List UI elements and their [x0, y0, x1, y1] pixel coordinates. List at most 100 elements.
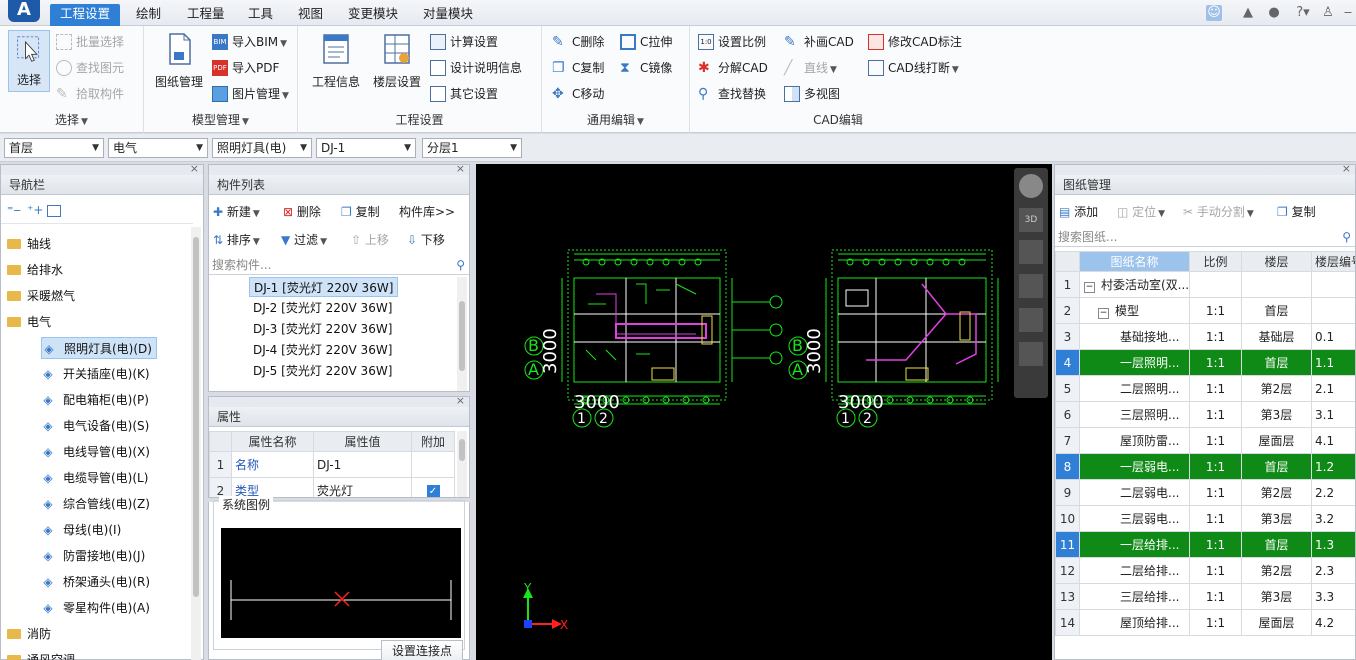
- user-avatar-icon[interactable]: ☺: [1206, 5, 1222, 21]
- drawing-management-button[interactable]: 图纸管理: [152, 32, 206, 90]
- checkbox-checked-icon[interactable]: ✓: [426, 485, 440, 497]
- c-move-button[interactable]: ✥ C移动: [552, 84, 604, 104]
- chat-icon[interactable]: ●: [1266, 5, 1282, 21]
- table-row[interactable]: 2 类型 荧光灯 ✓: [209, 477, 455, 497]
- table-row[interactable]: 13 三层给排... 1:1 第3层 3.3: [1055, 583, 1355, 610]
- component-list-item[interactable]: DJ-2 [荧光灯 220V 36W]: [249, 298, 396, 318]
- cad-canvas[interactable]: B A B A 3000 3000 3000 3000 1 2 1 2 Y X: [476, 164, 1052, 660]
- nav-folder[interactable]: 轴线: [7, 233, 51, 255]
- tab-view[interactable]: 视图: [288, 4, 333, 26]
- table-row[interactable]: 11 一层给排... 1:1 首层 1.3: [1055, 531, 1355, 558]
- component-type-select[interactable]: 照明灯具(电) ▼: [212, 138, 312, 158]
- batch-select-button[interactable]: 批量选择: [56, 32, 124, 52]
- layers-icon[interactable]: [1019, 342, 1043, 366]
- nav-item[interactable]: ◈ 开关插座(电)(K): [41, 363, 154, 385]
- nav-item[interactable]: ◈ 防雷接地(电)(J): [41, 545, 149, 567]
- find-element-button[interactable]: 查找图元: [56, 58, 124, 78]
- nav-folder[interactable]: 消防: [7, 623, 51, 645]
- pan-icon[interactable]: [1019, 308, 1043, 332]
- move-down-button[interactable]: ⇩ 下移: [407, 229, 445, 251]
- table-row[interactable]: 10 三层弱电... 1:1 第3层 3.2: [1055, 505, 1355, 532]
- drawing-search-input[interactable]: 搜索图纸... ⚲: [1055, 227, 1355, 247]
- select-button[interactable]: 选择: [8, 30, 50, 92]
- filter-button[interactable]: ▼ 过滤 ▼: [281, 229, 327, 251]
- minimize-icon[interactable]: ‒: [1340, 5, 1356, 21]
- shirt-icon[interactable]: ♙: [1320, 5, 1336, 21]
- zoom-icon[interactable]: [1019, 274, 1043, 298]
- tab-draw[interactable]: 绘制: [126, 4, 171, 26]
- nav-item[interactable]: ◈ 电线导管(电)(X): [41, 441, 154, 463]
- component-list-item[interactable]: DJ-3 [荧光灯 220V 36W]: [249, 319, 396, 339]
- close-icon[interactable]: ×: [1342, 165, 1351, 175]
- line-button[interactable]: ╱ 直线 ▼: [784, 58, 837, 78]
- nav-folder[interactable]: 给排水: [7, 259, 63, 281]
- expand-all-icon[interactable]: ⁺+: [27, 203, 43, 217]
- table-row[interactable]: 9 二层弱电... 1:1 第2层 2.2: [1055, 479, 1355, 506]
- c-copy-button[interactable]: ❐ C复制: [552, 58, 604, 78]
- cad-line-break-button[interactable]: CAD线打断 ▼: [868, 58, 959, 78]
- table-row[interactable]: 4 一层照明... 1:1 首层 1.1: [1055, 349, 1355, 376]
- copy-component-button[interactable]: ❐ 复制: [341, 201, 380, 223]
- floor-settings-button[interactable]: 楼层设置: [370, 32, 424, 90]
- pick-component-button[interactable]: ✎ 拾取构件: [56, 84, 124, 104]
- set-scale-button[interactable]: 1:0 设置比例: [698, 32, 766, 52]
- explode-cad-button[interactable]: ✱ 分解CAD: [698, 58, 768, 78]
- table-row[interactable]: 12 二层给排... 1:1 第2层 2.3: [1055, 557, 1355, 584]
- column-header[interactable]: 楼层编号: [1311, 251, 1355, 272]
- project-info-button[interactable]: 工程信息: [310, 32, 362, 90]
- nav-folder[interactable]: 电气: [7, 311, 51, 333]
- collapse-icon[interactable]: −: [1098, 308, 1109, 319]
- tab-reconcile-module[interactable]: 对量模块: [413, 4, 483, 26]
- help-icon[interactable]: ?▾: [1292, 5, 1314, 21]
- multi-view-button[interactable]: 多视图: [784, 84, 840, 104]
- modify-cad-label-button[interactable]: 修改CAD标注: [868, 32, 962, 52]
- nav-item[interactable]: ◈ 配电箱柜(电)(P): [41, 389, 153, 411]
- nav-item[interactable]: ◈ 电缆导管(电)(L): [41, 467, 152, 489]
- redraw-cad-button[interactable]: ✎ 补画CAD: [784, 32, 854, 52]
- properties-scrollbar[interactable]: [457, 431, 467, 497]
- sublayer-select[interactable]: 分层1 ▼: [422, 138, 522, 158]
- component-list-item[interactable]: DJ-1 [荧光灯 220V 36W]: [249, 277, 399, 297]
- add-drawing-button[interactable]: ▤ 添加: [1059, 201, 1098, 223]
- bell-icon[interactable]: ▲: [1240, 5, 1256, 21]
- design-description-button[interactable]: 设计说明信息: [430, 58, 522, 78]
- nav-item[interactable]: ◈ 零星构件(电)(A): [41, 597, 154, 619]
- calculation-settings-button[interactable]: 计算设置: [430, 32, 498, 52]
- nav-scrollbar[interactable]: [191, 227, 201, 660]
- tab-project-settings[interactable]: 工程设置: [50, 4, 121, 26]
- c-delete-button[interactable]: ✎ C删除: [552, 32, 604, 52]
- table-row[interactable]: 2− 模型 1:1 首层: [1055, 297, 1355, 324]
- c-stretch-button[interactable]: C拉伸: [620, 32, 672, 52]
- tab-quantity[interactable]: 工程量: [177, 4, 235, 26]
- collapse-all-icon[interactable]: ⁼‒: [7, 203, 21, 217]
- table-row[interactable]: 8 一层弱电... 1:1 首层 1.2: [1055, 453, 1355, 480]
- app-logo[interactable]: A: [8, 0, 40, 22]
- collapse-icon[interactable]: −: [1084, 282, 1095, 293]
- image-management-button[interactable]: 图片管理 ▼: [212, 84, 289, 104]
- component-select[interactable]: DJ-1 ▼: [316, 138, 416, 158]
- other-settings-button[interactable]: 其它设置: [430, 84, 498, 104]
- edit-list-icon[interactable]: [47, 205, 61, 217]
- component-library-button[interactable]: 构件库>>: [399, 201, 455, 223]
- tab-change-module[interactable]: 变更模块: [338, 4, 408, 26]
- table-row[interactable]: 1 名称 DJ-1: [209, 451, 455, 478]
- locate-button[interactable]: ◫ 定位 ▼: [1117, 201, 1165, 223]
- table-row[interactable]: 1− 村委活动室(双...: [1055, 271, 1355, 298]
- import-pdf-button[interactable]: PDF 导入PDF: [212, 58, 279, 78]
- table-row[interactable]: 3 基础接地... 1:1 基础层 0.1: [1055, 323, 1355, 350]
- c-mirror-button[interactable]: ⧗ C镜像: [620, 58, 672, 78]
- component-list-item[interactable]: DJ-4 [荧光灯 220V 36W]: [249, 340, 396, 360]
- component-scrollbar[interactable]: [457, 277, 467, 391]
- new-component-button[interactable]: ✚ 新建 ▼: [213, 201, 260, 223]
- copy-drawing-button[interactable]: ❐ 复制: [1277, 201, 1316, 223]
- nav-item[interactable]: ◈ 照明灯具(电)(D): [41, 337, 157, 359]
- table-row[interactable]: 6 三层照明... 1:1 第3层 3.1: [1055, 401, 1355, 428]
- close-icon[interactable]: ×: [190, 162, 199, 175]
- column-header[interactable]: 图纸名称: [1079, 251, 1190, 272]
- close-icon[interactable]: ×: [456, 162, 465, 175]
- discipline-select[interactable]: 电气 ▼: [108, 138, 208, 158]
- nav-item[interactable]: ◈ 母线(电)(I): [41, 519, 125, 541]
- import-bim-button[interactable]: BIM 导入BIM ▼: [212, 32, 287, 52]
- 3d-view-icon[interactable]: 3D: [1019, 208, 1043, 232]
- find-replace-button[interactable]: ⚲ 查找替换: [698, 84, 766, 104]
